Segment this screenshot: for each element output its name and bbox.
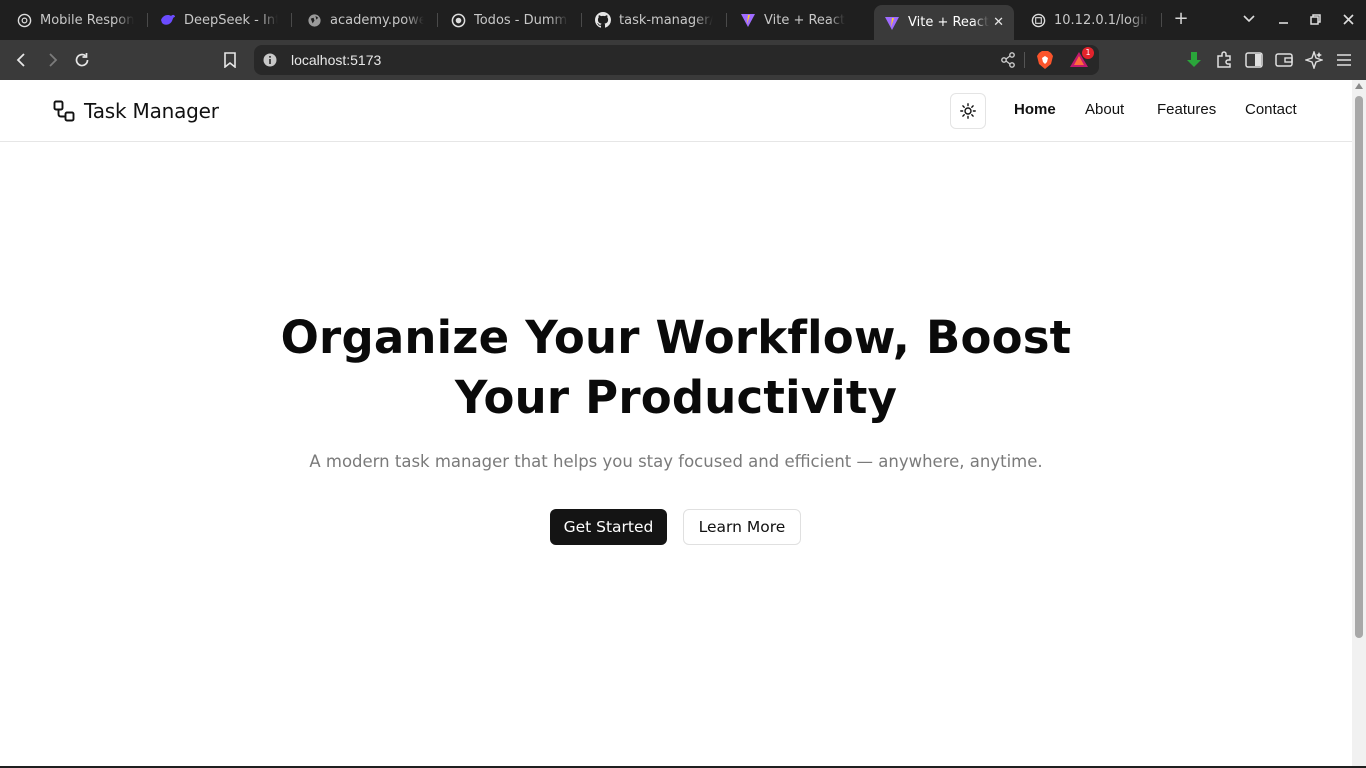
vite-icon: [740, 12, 756, 28]
tab-title: DeepSeek - Into: [184, 12, 278, 28]
page-viewport: Task Manager Home About Features Contact…: [0, 80, 1352, 766]
scroll-up-arrow-icon[interactable]: [1355, 83, 1363, 89]
tab-title: task-manager/sr: [619, 12, 713, 28]
divider: [1024, 52, 1025, 68]
tab-title: Mobile Responsi: [40, 12, 134, 28]
wallet-icon[interactable]: [1272, 48, 1296, 72]
nav-link-features[interactable]: Features: [1157, 101, 1216, 118]
close-window-icon[interactable]: [1337, 8, 1359, 30]
scrollbar-thumb[interactable]: [1355, 96, 1363, 638]
tab-vite-react-active[interactable]: Vite + React ✕: [874, 5, 1014, 40]
openai-icon: [16, 12, 32, 28]
minimize-window-icon[interactable]: [1272, 8, 1294, 30]
address-bar[interactable]: localhost:5173 1: [254, 45, 1099, 75]
tab-separator: [726, 13, 727, 27]
back-arrow-icon[interactable]: [10, 48, 34, 72]
site-navbar: Task Manager Home About Features Contact: [0, 80, 1352, 142]
deepseek-icon: [160, 12, 176, 28]
brave-shields-icon[interactable]: [1035, 50, 1055, 70]
page-scrollbar[interactable]: [1352, 80, 1366, 766]
site-info-icon[interactable]: [262, 52, 278, 68]
page-icon: [1030, 12, 1046, 28]
tab-title: academy.powerl: [330, 12, 424, 28]
tab-separator: [147, 13, 148, 27]
tab-mobile-responsive[interactable]: Mobile Responsi: [6, 5, 144, 35]
dummyjson-icon: [450, 12, 466, 28]
hero-heading: Organize Your Workflow, Boost Your Produ…: [0, 308, 1352, 428]
sidebar-toggle-icon[interactable]: [1242, 48, 1266, 72]
tab-separator: [291, 13, 292, 27]
tab-academy[interactable]: academy.powerl: [296, 5, 434, 35]
new-tab-button[interactable]: +: [1170, 8, 1192, 30]
tab-separator: [437, 13, 438, 27]
hero-heading-line-2: Your Productivity: [454, 371, 898, 424]
hero-subtitle: A modern task manager that helps you sta…: [309, 452, 1043, 471]
browser-tab-strip: Mobile Responsi DeepSeek - Into academy.…: [0, 0, 1366, 40]
tab-deepseek[interactable]: DeepSeek - Into: [150, 5, 288, 35]
url-text[interactable]: localhost:5173: [291, 52, 381, 68]
share-icon[interactable]: [999, 51, 1017, 69]
bookmark-icon[interactable]: [218, 48, 242, 72]
get-started-button[interactable]: Get Started: [550, 509, 667, 545]
browser-toolbar: localhost:5173 1: [0, 40, 1366, 80]
tab-title: Todos - DummyJ: [474, 12, 568, 28]
github-icon: [595, 12, 611, 28]
tab-router-login[interactable]: 10.12.0.1/login?: [1020, 5, 1158, 35]
brand-logo[interactable]: Task Manager: [53, 99, 219, 123]
theme-toggle-button[interactable]: [950, 93, 986, 129]
tab-title: Vite + React: [764, 12, 846, 28]
tab-separator: [581, 13, 582, 27]
tab-separator: [1161, 13, 1162, 27]
tab-title: Vite + React: [908, 15, 990, 30]
globe-icon: [306, 12, 322, 28]
sun-icon: [960, 103, 976, 119]
close-tab-icon[interactable]: ✕: [993, 15, 1004, 30]
vite-icon: [884, 15, 900, 31]
hero-heading-line-1: Organize Your Workflow, Boost: [280, 311, 1072, 364]
rewards-badge: 1: [1082, 47, 1094, 59]
leo-ai-icon[interactable]: [1302, 48, 1326, 72]
reload-icon[interactable]: [70, 48, 94, 72]
tab-github-task-manager[interactable]: task-manager/sr: [585, 5, 723, 35]
brave-rewards-icon[interactable]: 1: [1069, 47, 1094, 70]
forward-arrow-icon[interactable]: [40, 48, 64, 72]
tab-vite-react[interactable]: Vite + React: [730, 5, 868, 35]
tab-title: 10.12.0.1/login?: [1054, 12, 1148, 28]
workflow-icon: [53, 100, 75, 122]
learn-more-button[interactable]: Learn More: [683, 509, 801, 545]
download-icon[interactable]: [1182, 48, 1206, 72]
tab-search-chevron-icon[interactable]: [1238, 8, 1260, 30]
menu-hamburger-icon[interactable]: [1332, 48, 1356, 72]
extensions-puzzle-icon[interactable]: [1212, 48, 1236, 72]
restore-window-icon[interactable]: [1304, 8, 1326, 30]
nav-link-about[interactable]: About: [1085, 101, 1124, 118]
nav-link-home[interactable]: Home: [1014, 101, 1056, 118]
tab-todos-dummyjson[interactable]: Todos - DummyJ: [440, 5, 578, 35]
brand-name: Task Manager: [84, 99, 219, 123]
nav-link-contact[interactable]: Contact: [1245, 101, 1297, 118]
